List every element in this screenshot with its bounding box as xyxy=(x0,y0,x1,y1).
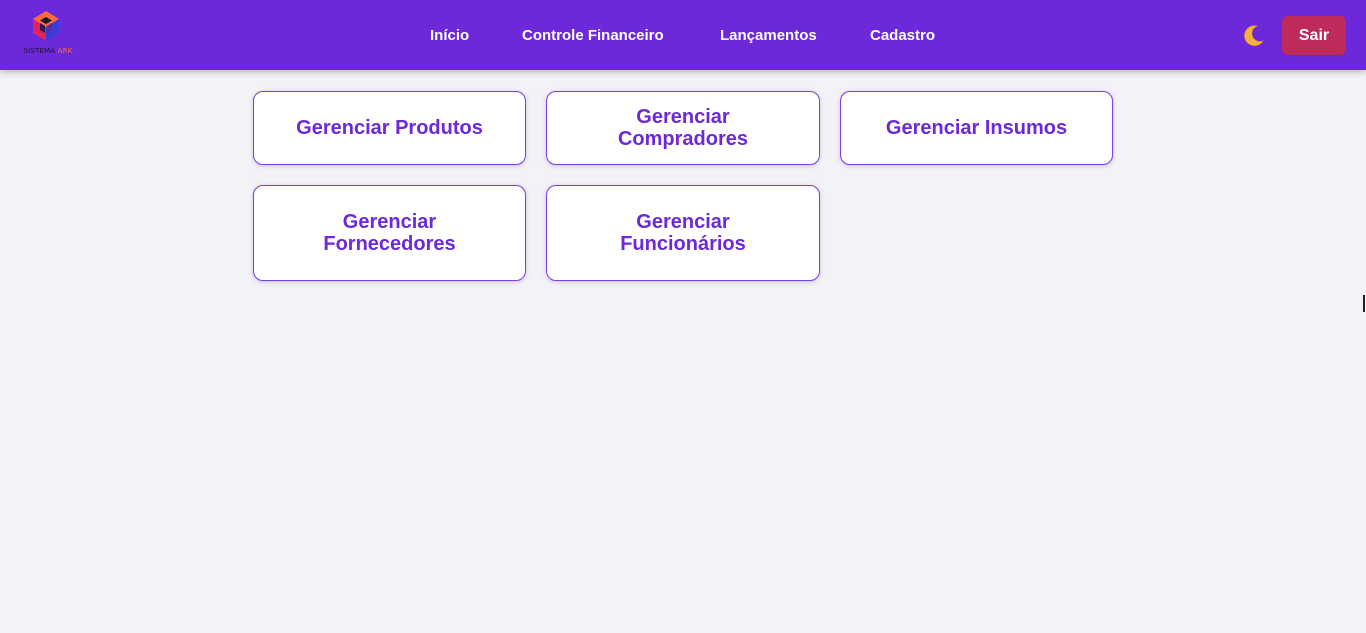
card-label: Gerenciar Insumos xyxy=(885,117,1068,139)
logout-button[interactable]: Sair xyxy=(1282,16,1346,55)
card-gerenciar-funcionarios[interactable]: Gerenciar Funcionários xyxy=(546,185,820,281)
text-cursor-icon xyxy=(1363,295,1365,312)
card-label: Gerenciar Fornecedores xyxy=(323,211,456,255)
logo-wordmark: SISTEMA ARK xyxy=(23,47,73,55)
nav-link-inicio[interactable]: Início xyxy=(430,0,469,70)
nav-link-cadastro[interactable]: Cadastro xyxy=(870,0,935,70)
top-navbar: SISTEMA ARK Início Controle Financeiro L… xyxy=(0,0,1366,70)
moon-icon[interactable] xyxy=(1240,23,1266,49)
nav-link-controle-financeiro[interactable]: Controle Financeiro xyxy=(522,0,664,70)
logo-cube-icon xyxy=(33,11,59,41)
brand-logo[interactable]: SISTEMA ARK xyxy=(18,9,76,59)
card-label: Gerenciar Compradores xyxy=(617,106,749,150)
card-label: Gerenciar Funcionários xyxy=(620,211,746,255)
card-label: Gerenciar Produtos xyxy=(296,117,483,139)
card-gerenciar-insumos[interactable]: Gerenciar Insumos xyxy=(840,91,1113,165)
card-gerenciar-fornecedores[interactable]: Gerenciar Fornecedores xyxy=(253,185,526,281)
nav-link-lancamentos[interactable]: Lançamentos xyxy=(720,0,817,70)
card-gerenciar-compradores[interactable]: Gerenciar Compradores xyxy=(546,91,820,165)
card-gerenciar-produtos[interactable]: Gerenciar Produtos xyxy=(253,91,526,165)
